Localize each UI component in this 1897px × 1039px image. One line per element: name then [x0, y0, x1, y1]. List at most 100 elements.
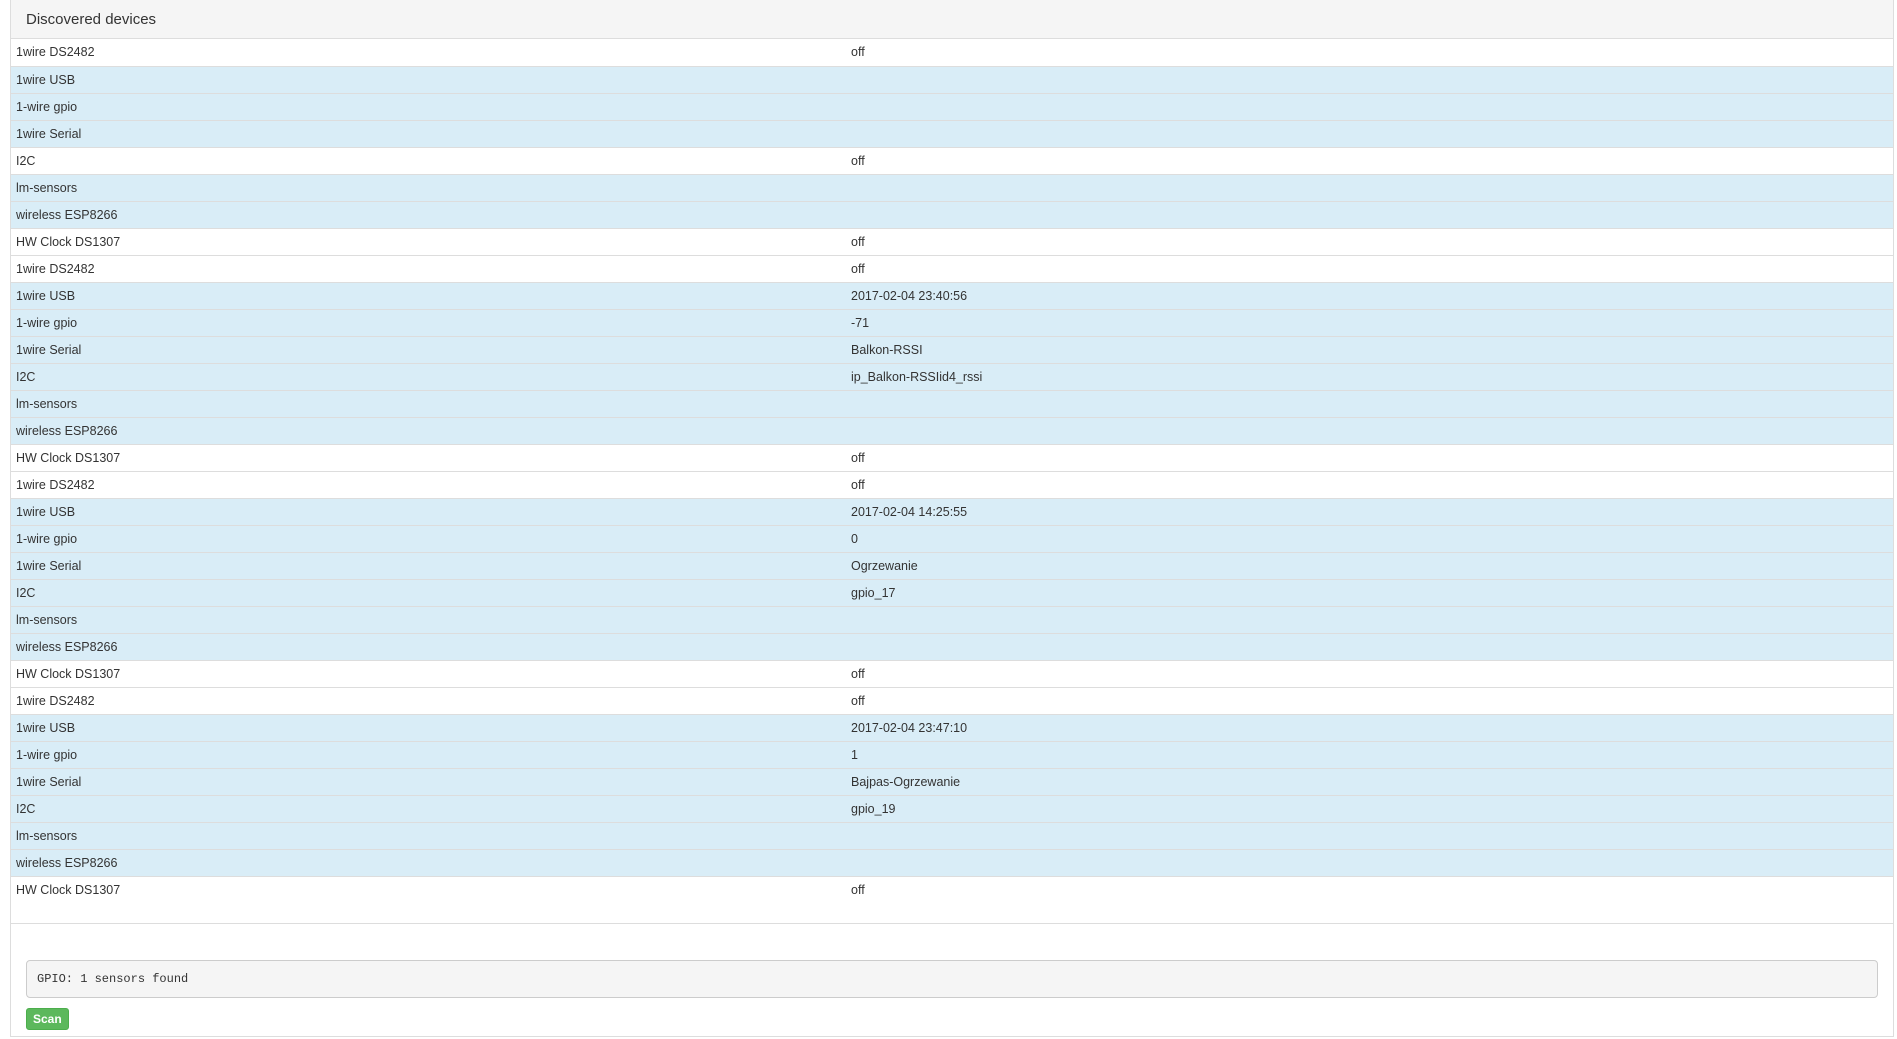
table-row: 1-wire gpio: [11, 92, 1893, 120]
table-row: 1wire DS2482 off: [11, 254, 1893, 282]
device-value: off: [846, 659, 1893, 687]
device-value: [846, 65, 1893, 93]
device-name: 1wire DS2482: [16, 45, 95, 60]
device-value: gpio_17: [846, 578, 1893, 606]
device-value: off: [846, 686, 1893, 714]
discovered-devices-panel: Discovered devices 1wire DS2482 off 1wire …: [10, 0, 1894, 1037]
device-value: [846, 389, 1893, 417]
device-value: 1: [846, 740, 1893, 768]
table-row: 1wire DS2482 off: [11, 470, 1893, 498]
device-name: 1wire USB: [11, 713, 846, 741]
table-row: 1wire Serial: [11, 119, 1893, 147]
device-name: 1wire Serial: [11, 335, 846, 363]
device-value: [846, 173, 1893, 201]
device-name: I2C: [11, 794, 846, 822]
device-name: 1-wire gpio: [11, 524, 846, 552]
device-name: wireless ESP8266: [11, 848, 846, 876]
device-value: Balkon-RSSI: [846, 335, 1893, 363]
device-name: 1wire Serial: [11, 767, 846, 795]
table-row: 1wire USB: [11, 65, 1893, 93]
devices-table-body: 1wire DS2482 off 1wire USB 1-wire gpio 1wire…: [11, 39, 1893, 903]
device-name: I2C: [11, 146, 846, 174]
device-name: I2C: [11, 578, 846, 606]
device-value: [846, 119, 1893, 147]
table-row: 1wire USB 2017-02-04 23:40:56: [11, 281, 1893, 309]
table-row: I2C ip_Balkon-RSSIid4_rssi: [11, 362, 1893, 390]
device-name: 1wire USB: [11, 65, 846, 93]
device-value: 0: [846, 524, 1893, 552]
device-name: 1-wire gpio: [11, 740, 846, 768]
device-value: off: [846, 254, 1893, 282]
table-row: 1wire DS2482 off: [11, 686, 1893, 714]
device-value: Ogrzewanie: [846, 551, 1893, 579]
table-row: HW Clock DS1307 off: [11, 227, 1893, 255]
table-row: 1wire Serial Bajpas-Ogrzewanie: [11, 767, 1893, 795]
device-value: off: [846, 875, 1893, 903]
device-name: lm-sensors: [11, 821, 846, 849]
table-row: 1wire Serial Balkon-RSSI: [11, 335, 1893, 363]
scan-log-output: GPIO: 1 sensors found: [26, 960, 1878, 998]
device-value: -71: [846, 308, 1893, 336]
device-value: Bajpas-Ogrzewanie: [846, 767, 1893, 795]
panel-footer-divider: [11, 923, 1893, 924]
device-name: 1wire DS2482: [11, 470, 846, 498]
device-name: HW Clock DS1307: [11, 443, 846, 471]
table-row: HW Clock DS1307 off: [11, 875, 1893, 903]
device-name: 1wire DS2482: [11, 686, 846, 714]
device-name: wireless ESP8266: [11, 632, 846, 660]
device-name: lm-sensors: [11, 389, 846, 417]
device-value: ip_Balkon-RSSIid4_rssi: [846, 362, 1893, 390]
device-value: 2017-02-04 23:40:56: [846, 281, 1893, 309]
device-value: 2017-02-04 14:25:55: [846, 497, 1893, 525]
device-name: 1-wire gpio: [11, 92, 846, 120]
device-value: [846, 848, 1893, 876]
device-name: HW Clock DS1307: [11, 659, 846, 687]
device-name: 1wire Serial: [11, 551, 846, 579]
device-value: off: [846, 443, 1893, 471]
device-name: 1wire USB: [11, 281, 846, 309]
table-row: 1wire Serial Ogrzewanie: [11, 551, 1893, 579]
table-row: wireless ESP8266: [11, 416, 1893, 444]
table-row: HW Clock DS1307 off: [11, 443, 1893, 471]
device-value: gpio_19: [846, 794, 1893, 822]
table-row: lm-sensors: [11, 821, 1893, 849]
device-name: 1wire DS2482: [11, 254, 846, 282]
device-value: 2017-02-04 23:47:10: [846, 713, 1893, 741]
table-row: 1wire DS2482 off: [11, 39, 1893, 66]
table-row: I2C gpio_19: [11, 794, 1893, 822]
device-name: 1wire USB: [11, 497, 846, 525]
device-value: [846, 92, 1893, 120]
table-row: lm-sensors: [11, 173, 1893, 201]
device-value: off: [846, 227, 1893, 255]
device-name: lm-sensors: [11, 173, 846, 201]
panel-title: Discovered devices: [11, 0, 1893, 39]
table-row: 1-wire gpio -71: [11, 308, 1893, 336]
scan-button[interactable]: Scan: [26, 1008, 69, 1030]
device-value: [846, 821, 1893, 849]
device-value: [846, 416, 1893, 444]
device-value: off: [846, 146, 1893, 174]
table-row: 1-wire gpio 0: [11, 524, 1893, 552]
device-name: HW Clock DS1307: [11, 227, 846, 255]
device-value: off: [846, 470, 1893, 498]
table-row: wireless ESP8266: [11, 200, 1893, 228]
device-name: 1wire Serial: [11, 119, 846, 147]
table-row: lm-sensors: [11, 389, 1893, 417]
device-name: lm-sensors: [11, 605, 846, 633]
devices-table: 1wire DS2482 off 1wire USB 1-wire gpio 1wire…: [11, 39, 1893, 903]
table-row: HW Clock DS1307 off: [11, 659, 1893, 687]
table-row: wireless ESP8266: [11, 848, 1893, 876]
device-name: wireless ESP8266: [11, 416, 846, 444]
device-value: [846, 632, 1893, 660]
table-row: 1wire USB 2017-02-04 23:47:10: [11, 713, 1893, 741]
device-value: [846, 200, 1893, 228]
device-value: off: [851, 45, 865, 60]
device-name: 1-wire gpio: [11, 308, 846, 336]
device-name: wireless ESP8266: [11, 200, 846, 228]
table-row: 1wire USB 2017-02-04 14:25:55: [11, 497, 1893, 525]
table-row: I2C gpio_17: [11, 578, 1893, 606]
device-name: I2C: [11, 362, 846, 390]
table-row: wireless ESP8266: [11, 632, 1893, 660]
device-value: [846, 605, 1893, 633]
table-row: lm-sensors: [11, 605, 1893, 633]
